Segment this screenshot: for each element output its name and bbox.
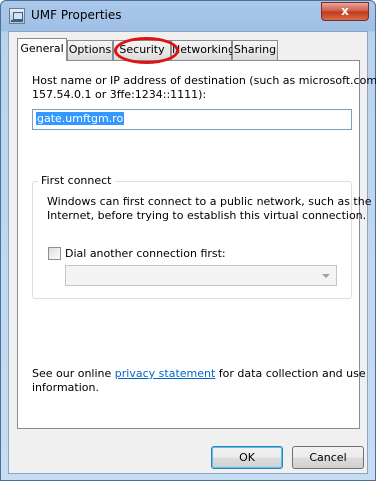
privacy-prefix: See our online xyxy=(32,367,115,380)
general-tab-panel: Host name or IP address of destination (… xyxy=(17,60,376,429)
network-connection-icon xyxy=(9,8,25,24)
privacy-statement-link[interactable]: privacy statement xyxy=(115,367,216,380)
first-connect-caption: First connect xyxy=(38,174,115,187)
highlight-circle xyxy=(114,37,179,64)
dial-another-label[interactable]: Dial another connection first: xyxy=(65,247,226,260)
privacy-suffix: for data collection and use xyxy=(215,367,366,380)
tab-networking[interactable]: Networking xyxy=(171,40,235,60)
dial-connection-select[interactable] xyxy=(65,265,337,286)
host-input[interactable]: gate.umftgm.ro xyxy=(32,109,352,130)
close-button[interactable]: x xyxy=(321,2,369,21)
host-label-line1: Host name or IP address of destination (… xyxy=(32,74,376,87)
host-label-line2: 157.54.0.1 or 3ffe:1234::1111): xyxy=(32,88,207,101)
privacy-line2: information. xyxy=(32,381,99,394)
title-bar[interactable]: UMF Properties x xyxy=(1,1,375,31)
dialog-client: General Options Security Networking Shar… xyxy=(8,31,376,474)
window-title: UMF Properties xyxy=(31,8,122,22)
host-input-value: gate.umftgm.ro xyxy=(36,112,125,125)
cancel-button[interactable]: Cancel xyxy=(292,446,364,469)
properties-dialog: UMF Properties x General Options Securit… xyxy=(0,0,376,481)
tab-general[interactable]: General xyxy=(17,38,67,61)
ok-button[interactable]: OK xyxy=(211,446,283,469)
first-connect-description-line1: Windows can first connect to a public ne… xyxy=(47,195,372,208)
tab-sharing[interactable]: Sharing xyxy=(232,40,278,60)
chevron-down-icon xyxy=(322,274,330,278)
tab-options[interactable]: Options xyxy=(67,40,113,60)
first-connect-description-line2: Internet, before trying to establish thi… xyxy=(47,209,367,222)
privacy-line1: See our online privacy statement for dat… xyxy=(32,367,366,380)
dial-another-checkbox[interactable] xyxy=(48,247,61,260)
